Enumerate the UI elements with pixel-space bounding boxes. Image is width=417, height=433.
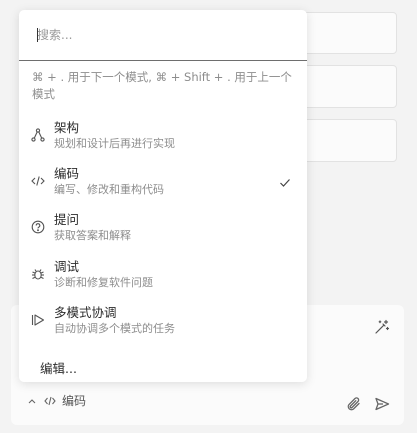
mode-description: 编写、修改和重构代码 [54,183,164,196]
code-icon [44,396,56,406]
mode-title: 提问 [54,212,80,227]
text-caret [37,28,38,42]
mode-item-ask[interactable]: 提问 获取答案和解释 [19,209,307,251]
check-icon [279,173,291,192]
search-input[interactable] [37,26,287,44]
mode-title: 多模式协调 [54,305,117,320]
architecture-icon [31,127,45,142]
attachment-icon[interactable] [345,395,363,413]
shortcut-hint: ⌘ + . 用于下一个模式, ⌘ + Shift + . 用于上一个模式 [32,70,292,101]
mode-item-debug[interactable]: 调试 诊断和修复软件问题 [19,256,307,298]
mode-title: 调试 [54,259,80,274]
orchestrator-icon [31,312,45,326]
mode-description: 规划和设计后再进行实现 [54,137,175,150]
search-box [19,10,307,61]
code-icon [31,173,45,187]
current-mode-label: 编码 [62,394,87,408]
mode-description: 自动协调多个模式的任务 [54,322,175,335]
mode-popup: ⌘ + . 用于下一个模式, ⌘ + Shift + . 用于上一个模式 架构 … [19,10,307,382]
send-icon[interactable] [373,395,391,413]
bug-icon [31,266,45,280]
question-icon [31,219,45,234]
mode-selector[interactable]: 编码 [28,392,86,409]
mode-title: 架构 [54,120,80,135]
enhance-prompt-icon[interactable] [373,318,391,336]
chevron-up-icon [28,398,36,404]
mode-item-code[interactable]: 编码 编写、修改和重构代码 [19,163,307,205]
edit-modes-item[interactable]: 编辑... [40,358,77,377]
mode-item-architecture[interactable]: 架构 规划和设计后再进行实现 [19,117,307,159]
mode-title: 编码 [54,166,80,181]
mode-description: 获取答案和解释 [54,229,131,242]
mode-description: 诊断和修复软件问题 [54,276,153,289]
mode-item-orchestrator[interactable]: 多模式协调 自动协调多个模式的任务 [19,302,307,344]
